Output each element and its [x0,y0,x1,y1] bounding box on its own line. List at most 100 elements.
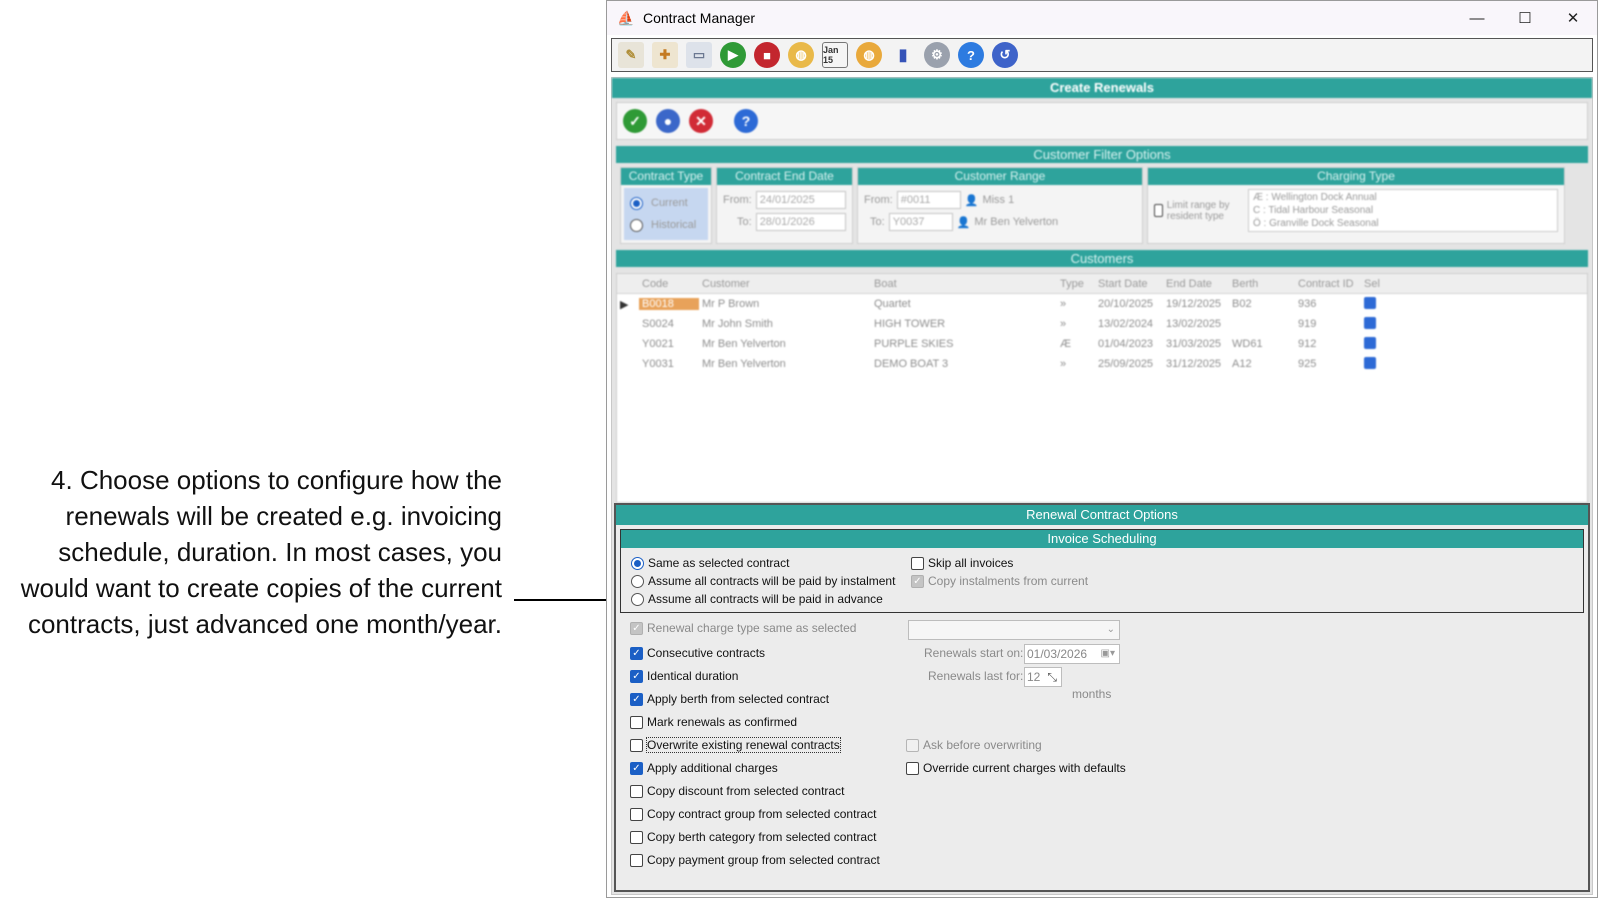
cell-berth[interactable]: B02 [1229,298,1295,310]
table-row[interactable]: ▶ B0018 Mr P Brown Quartet » 20/10/2025 … [617,294,1587,314]
spinner-icon[interactable]: ⤡ [1047,668,1057,686]
cell-sel-checkbox[interactable] [1361,356,1391,372]
col-code[interactable]: Code [639,278,699,290]
cell-start-date[interactable]: 25/09/2025 [1095,358,1163,370]
copy-contract-group-checkbox[interactable]: Copy contract group from selected contra… [630,807,876,821]
consecutive-contracts-checkbox[interactable]: ✓ Consecutive contracts [630,646,765,660]
table-row[interactable]: Y0021 Mr Ben Yelverton PURPLE SKIES Æ 01… [617,334,1587,354]
ask-before-overwriting-checkbox[interactable]: Ask before overwriting [906,738,1042,752]
col-contract-id[interactable]: Contract ID [1295,278,1361,290]
stop-icon[interactable]: ■ [754,42,780,68]
cell-contract-id[interactable]: 925 [1295,358,1361,370]
bar-chart-icon[interactable]: ▮ [890,42,916,68]
cell-end-date[interactable]: 13/02/2025 [1163,318,1229,330]
limit-range-checkbox[interactable]: Limit range by resident type [1154,189,1242,232]
maximize-button[interactable]: ☐ [1501,9,1549,27]
cell-contract-id[interactable]: 919 [1295,318,1361,330]
cell-boat[interactable]: PURPLE SKIES [871,338,1057,350]
cell-start-date[interactable]: 13/02/2024 [1095,318,1163,330]
cell-end-date[interactable]: 31/12/2025 [1163,358,1229,370]
cell-sel-checkbox[interactable] [1361,296,1391,312]
cell-berth[interactable]: WD61 [1229,338,1295,350]
range-to-input[interactable]: Y0037 [888,213,953,231]
cell-boat[interactable]: HIGH TOWER [871,318,1057,330]
renewals-start-date-input[interactable]: 01/03/2026 ▣▾ [1024,644,1120,664]
charge-type-select[interactable]: ⌄ [908,620,1120,640]
apply-berth-checkbox[interactable]: ✓ Apply berth from selected contract [630,692,829,706]
cell-code[interactable]: B0018 [639,298,699,310]
current-radio[interactable]: Current [630,192,702,214]
play-icon[interactable]: ▶ [720,42,746,68]
table-row[interactable]: Y0031 Mr Ben Yelverton DEMO BOAT 3 » 25/… [617,354,1587,374]
col-sel[interactable]: Sel [1361,278,1391,290]
cell-customer[interactable]: Mr Ben Yelverton [699,338,871,350]
copy-instalments-checkbox[interactable]: ✓ Copy instalments from current [911,574,1088,588]
globe-icon[interactable]: ◍ [788,42,814,68]
edit-icon[interactable]: ✎ [618,42,644,68]
paid-by-instalment-radio[interactable]: Assume all contracts will be paid by ins… [631,574,895,588]
cell-contract-id[interactable]: 912 [1295,338,1361,350]
override-charges-checkbox[interactable]: Override current charges with defaults [906,761,1126,775]
close-button[interactable]: ✕ [1549,9,1597,27]
cell-end-date[interactable]: 31/03/2025 [1163,338,1229,350]
cell-end-date[interactable]: 19/12/2025 [1163,298,1229,310]
cell-code[interactable]: Y0031 [639,358,699,370]
charge-type-same-checkbox[interactable]: ✓ Renewal charge type same as selected [630,621,856,635]
col-berth[interactable]: Berth [1229,278,1295,290]
renewals-last-input[interactable]: 12 ⤡ [1024,667,1062,687]
cell-berth[interactable]: A12 [1229,358,1295,370]
cell-type[interactable]: » [1057,358,1095,370]
mark-confirmed-checkbox[interactable]: Mark renewals as confirmed [630,715,797,729]
col-start-date[interactable]: Start Date [1095,278,1163,290]
same-as-selected-radio[interactable]: Same as selected contract [631,556,789,570]
col-type[interactable]: Type [1057,278,1095,290]
end-date-to-input[interactable]: 28/01/2026 [755,213,846,231]
cell-boat[interactable]: Quartet [871,298,1057,310]
calendar-add-icon[interactable]: Jan 15 [822,42,848,68]
charging-type-list[interactable]: Æ : Wellington Dock Annual C : Tidal Har… [1248,189,1558,232]
charging-type-item[interactable]: C : Tidal Harbour Seasonal [1253,204,1553,217]
globe-icon[interactable]: ◍ [856,42,882,68]
overwrite-existing-checkbox[interactable]: Overwrite existing renewal contracts [630,737,841,753]
charging-type-item[interactable]: Ö : Granville Dock Seasonal [1253,217,1553,230]
cell-customer[interactable]: Mr Ben Yelverton [699,358,871,370]
table-row[interactable]: S0024 Mr John Smith HIGH TOWER » 13/02/2… [617,314,1587,334]
help-icon[interactable]: ? [958,42,984,68]
identical-duration-checkbox[interactable]: ✓ Identical duration [630,669,738,683]
copy-discount-checkbox[interactable]: Copy discount from selected contract [630,784,844,798]
end-date-from-input[interactable]: 24/01/2025 [755,191,846,209]
col-boat[interactable]: Boat [871,278,1057,290]
ok-icon[interactable]: ✓ [623,109,647,133]
charging-type-item[interactable]: Æ : Wellington Dock Annual [1253,191,1553,204]
back-icon[interactable]: ↺ [992,42,1018,68]
user-lookup-icon[interactable]: 👤 [957,216,971,229]
cell-type[interactable]: » [1057,298,1095,310]
cell-sel-checkbox[interactable] [1361,336,1391,352]
cell-contract-id[interactable]: 936 [1295,298,1361,310]
cell-customer[interactable]: Mr John Smith [699,318,871,330]
minimize-button[interactable]: — [1453,10,1501,27]
cell-type[interactable]: Æ [1057,338,1095,350]
cell-sel-checkbox[interactable] [1361,316,1391,332]
cell-start-date[interactable]: 20/10/2025 [1095,298,1163,310]
cell-type[interactable]: » [1057,318,1095,330]
settings-icon[interactable]: ⚙ [924,42,950,68]
user-lookup-icon[interactable]: 👤 [965,194,979,207]
help-icon[interactable]: ? [734,109,758,133]
add-user-icon[interactable]: ✚ [652,42,678,68]
cancel-icon[interactable]: ✕ [689,109,713,133]
cell-start-date[interactable]: 01/04/2023 [1095,338,1163,350]
paid-in-advance-radio[interactable]: Assume all contracts will be paid in adv… [631,592,883,606]
user-icon[interactable]: ● [656,109,680,133]
cell-code[interactable]: S0024 [639,318,699,330]
scanner-icon[interactable]: ▭ [686,42,712,68]
col-end-date[interactable]: End Date [1163,278,1229,290]
copy-payment-group-checkbox[interactable]: Copy payment group from selected contrac… [630,853,880,867]
cell-boat[interactable]: DEMO BOAT 3 [871,358,1057,370]
cell-code[interactable]: Y0021 [639,338,699,350]
col-customer[interactable]: Customer [699,278,871,290]
calendar-icon[interactable]: ▣▾ [1101,645,1115,663]
cell-customer[interactable]: Mr P Brown [699,298,871,310]
skip-all-invoices-checkbox[interactable]: Skip all invoices [911,556,1013,570]
apply-additional-charges-checkbox[interactable]: ✓ Apply additional charges [630,761,778,775]
